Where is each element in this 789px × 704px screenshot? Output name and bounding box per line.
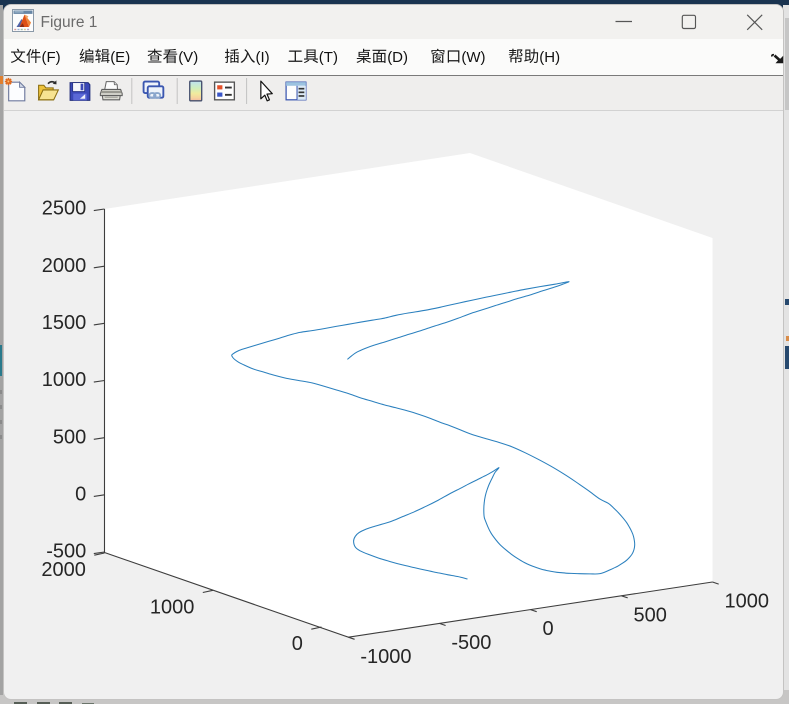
svg-text:(D): (D)	[387, 49, 408, 66]
svg-text:0: 0	[543, 618, 554, 640]
svg-text:1000: 1000	[725, 591, 770, 613]
svg-text:2000: 2000	[42, 255, 87, 277]
svg-text:500: 500	[634, 604, 667, 626]
svg-text:2000: 2000	[41, 559, 86, 581]
svg-text:1000: 1000	[42, 369, 87, 391]
svg-text:(F): (F)	[42, 49, 61, 66]
svg-text:500: 500	[53, 426, 86, 448]
svg-text:2500: 2500	[42, 198, 87, 220]
svg-text:(I): (I)	[256, 49, 270, 66]
svg-text:0: 0	[75, 484, 86, 506]
svg-text:(W): (W)	[461, 49, 485, 66]
svg-text:(T): (T)	[319, 49, 338, 66]
svg-text:(E): (E)	[110, 49, 130, 66]
svg-text:1000: 1000	[150, 597, 195, 619]
svg-text:(V): (V)	[178, 49, 198, 66]
svg-text:Figure 1: Figure 1	[41, 14, 98, 31]
svg-text:1500: 1500	[42, 312, 87, 334]
svg-text:(H): (H)	[539, 49, 560, 66]
svg-text:-500: -500	[451, 632, 491, 654]
svg-text:-1000: -1000	[360, 646, 411, 668]
svg-text:0: 0	[292, 633, 303, 655]
